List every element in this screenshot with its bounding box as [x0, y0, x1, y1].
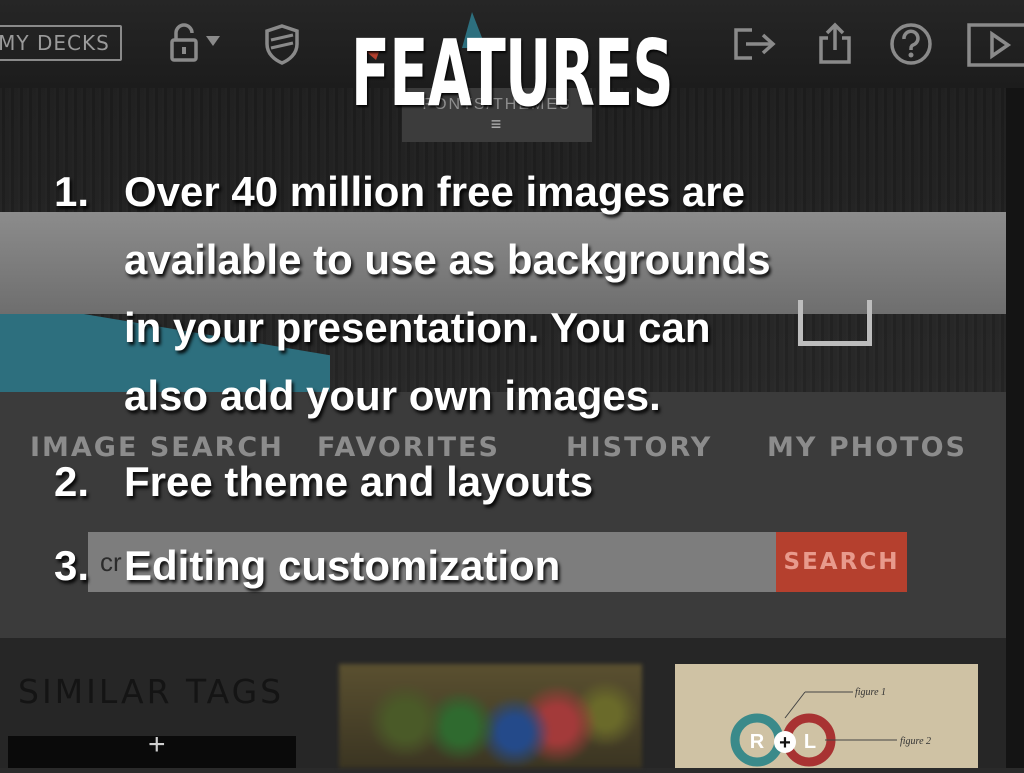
list-item-text: Editing customization: [124, 532, 560, 600]
list-item-line: Editing customization: [124, 542, 561, 589]
list-item-line: Over 40 million free images are: [124, 168, 745, 215]
list-number: 2.: [54, 458, 90, 505]
list-number: 1.: [54, 168, 90, 215]
list-item-line: in your presentation. You can: [124, 304, 711, 351]
list-item-line: also add your own images.: [124, 372, 661, 419]
list-item-text: Free theme and layouts: [124, 448, 593, 516]
list-item-line: Free theme and layouts: [124, 458, 594, 505]
feature-list: 1. Over 40 million free images are avail…: [0, 0, 1024, 768]
list-item-line: available to use as backgrounds: [124, 236, 771, 283]
list-item-text: Over 40 million free images are availabl…: [124, 158, 771, 430]
list-number: 3.: [54, 542, 90, 589]
